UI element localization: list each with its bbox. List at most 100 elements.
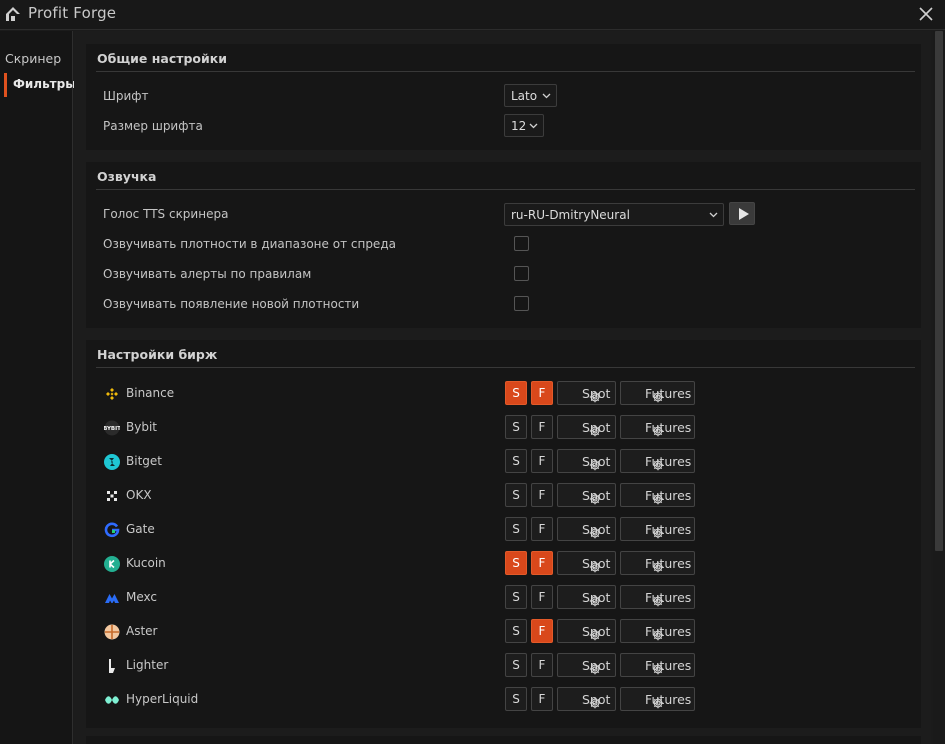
futures-settings-button[interactable]: Futures [620, 619, 695, 643]
spot-settings-button[interactable]: Spot [557, 415, 616, 439]
exchange-row-binance: Binance S F Spot Futures [86, 381, 921, 407]
spot-toggle-button[interactable]: S [505, 585, 527, 609]
exchange-name: Aster [126, 624, 158, 638]
spot-settings-label: Spot [582, 386, 611, 401]
spot-settings-button[interactable]: Spot [557, 653, 616, 677]
spot-settings-button[interactable]: Spot [557, 551, 616, 575]
font-select[interactable]: Lato [504, 84, 557, 107]
spot-toggle-button[interactable]: S [505, 653, 527, 677]
spot-toggle-button[interactable]: S [505, 449, 527, 473]
divider [96, 71, 915, 72]
spot-settings-label: Spot [582, 488, 611, 503]
spot-toggle-button[interactable]: S [505, 687, 527, 711]
futures-toggle-button[interactable]: F [531, 585, 553, 609]
next-section-edge [86, 736, 921, 744]
play-icon [739, 208, 749, 220]
spot-settings-label: Spot [582, 522, 611, 537]
font-size-select[interactable]: 12 [504, 114, 544, 137]
spot-settings-button[interactable]: Spot [557, 517, 616, 541]
exchange-row-gate: Gate S F Spot Futures [86, 517, 921, 543]
futures-settings-label: Futures [645, 556, 692, 571]
kucoin-icon [104, 556, 120, 572]
futures-settings-label: Futures [645, 454, 692, 469]
futures-settings-button[interactable]: Futures [620, 483, 695, 507]
profit-forge-logo [6, 7, 20, 21]
voice-option-label: Озвучивать появление новой плотности [103, 297, 360, 311]
futures-toggle-button[interactable]: F [531, 687, 553, 711]
close-button[interactable] [914, 3, 938, 25]
exchange-row-aster: Aster S F Spot Futures [86, 619, 921, 645]
spot-toggle-button[interactable]: S [505, 619, 527, 643]
spot-settings-button[interactable]: Spot [557, 381, 616, 405]
voice-settings-card: Озвучка Голос TTS скринера ru-RU-DmitryN… [86, 162, 921, 328]
chevron-down-icon [709, 212, 718, 218]
scrollbar[interactable] [933, 31, 945, 744]
futures-toggle-button[interactable]: F [531, 381, 553, 405]
app-title: Profit Forge [28, 4, 117, 22]
exchange-row-bybit: BYBIT Bybit S F Spot Futures [86, 415, 921, 441]
tts-voice-select[interactable]: ru-RU-DmitryNeural [504, 203, 724, 226]
hyperliquid-icon [104, 692, 120, 708]
futures-settings-button[interactable]: Futures [620, 449, 695, 473]
exchange-row-okx: OKX S F Spot Futures [86, 483, 921, 509]
spot-settings-button[interactable]: Spot [557, 619, 616, 643]
okx-icon [104, 488, 120, 504]
futures-settings-label: Futures [645, 692, 692, 707]
bybit-icon: BYBIT [103, 420, 121, 436]
exchange-row-lighter: Lighter S F Spot Futures [86, 653, 921, 679]
mexc-icon [104, 590, 120, 606]
spot-toggle-button[interactable]: S [505, 415, 527, 439]
spot-settings-button[interactable]: Spot [557, 687, 616, 711]
futures-toggle-button[interactable]: F [531, 415, 553, 439]
spot-settings-button[interactable]: Spot [557, 483, 616, 507]
tts-play-button[interactable] [729, 202, 755, 225]
futures-settings-button[interactable]: Futures [620, 653, 695, 677]
voice-option-checkbox[interactable] [514, 236, 529, 251]
futures-toggle-button[interactable]: F [531, 449, 553, 473]
font-select-value: Lato [511, 89, 538, 103]
spot-settings-button[interactable]: Spot [557, 449, 616, 473]
futures-toggle-button[interactable]: F [531, 551, 553, 575]
font-size-label: Размер шрифта [103, 119, 203, 133]
futures-settings-button[interactable]: Futures [620, 687, 695, 711]
futures-toggle-button[interactable]: F [531, 483, 553, 507]
chevron-down-icon [542, 93, 551, 99]
spot-settings-button[interactable]: Spot [557, 585, 616, 609]
exchange-name: HyperLiquid [126, 692, 199, 706]
spot-toggle-button[interactable]: S [505, 551, 527, 575]
futures-toggle-button[interactable]: F [531, 619, 553, 643]
divider [96, 189, 915, 190]
futures-toggle-button[interactable]: F [531, 517, 553, 541]
gate-icon [104, 522, 120, 538]
scrollbar-thumb[interactable] [935, 31, 943, 551]
futures-settings-button[interactable]: Futures [620, 585, 695, 609]
sidebar-item-filters[interactable]: Фильтры [4, 73, 76, 97]
futures-toggle-button[interactable]: F [531, 653, 553, 677]
futures-settings-label: Futures [645, 658, 692, 673]
exchange-name: Mexc [126, 590, 158, 604]
voice-option-checkbox[interactable] [514, 296, 529, 311]
spot-toggle-button[interactable]: S [505, 381, 527, 405]
spot-toggle-button[interactable]: S [505, 483, 527, 507]
exchange-name: Gate [126, 522, 155, 536]
spot-settings-label: Spot [582, 556, 611, 571]
exchange-name: Binance [126, 386, 175, 400]
tts-voice-label: Голос TTS скринера [103, 207, 229, 221]
title-bar: Profit Forge [0, 0, 945, 30]
futures-settings-button[interactable]: Futures [620, 551, 695, 575]
exchange-name: Bybit [126, 420, 157, 434]
futures-settings-button[interactable]: Futures [620, 517, 695, 541]
futures-settings-button[interactable]: Futures [620, 381, 695, 405]
futures-settings-button[interactable]: Futures [620, 415, 695, 439]
exchange-settings-card: Настройки бирж Binance S F Spot Futures BYBIT… [86, 340, 921, 728]
spot-settings-label: Spot [582, 454, 611, 469]
spot-toggle-button[interactable]: S [505, 517, 527, 541]
settings-panel: Общие настройки Шрифт Lato Размер шрифта… [74, 31, 931, 744]
spot-settings-label: Spot [582, 590, 611, 605]
voice-option-checkbox[interactable] [514, 266, 529, 281]
exchange-row-mexc: Mexc S F Spot Futures [86, 585, 921, 611]
general-settings-title: Общие настройки [97, 51, 228, 66]
exchange-name: Kucoin [126, 556, 166, 570]
spot-settings-label: Spot [582, 658, 611, 673]
close-icon [919, 7, 933, 21]
